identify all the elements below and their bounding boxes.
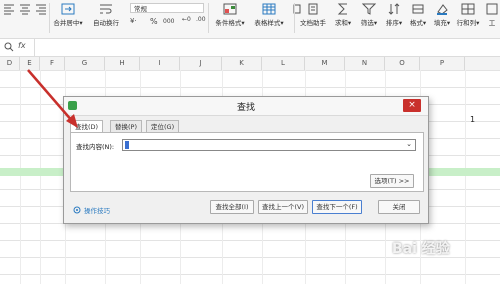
watermark-logo: Bai 经验 bbox=[392, 241, 450, 257]
